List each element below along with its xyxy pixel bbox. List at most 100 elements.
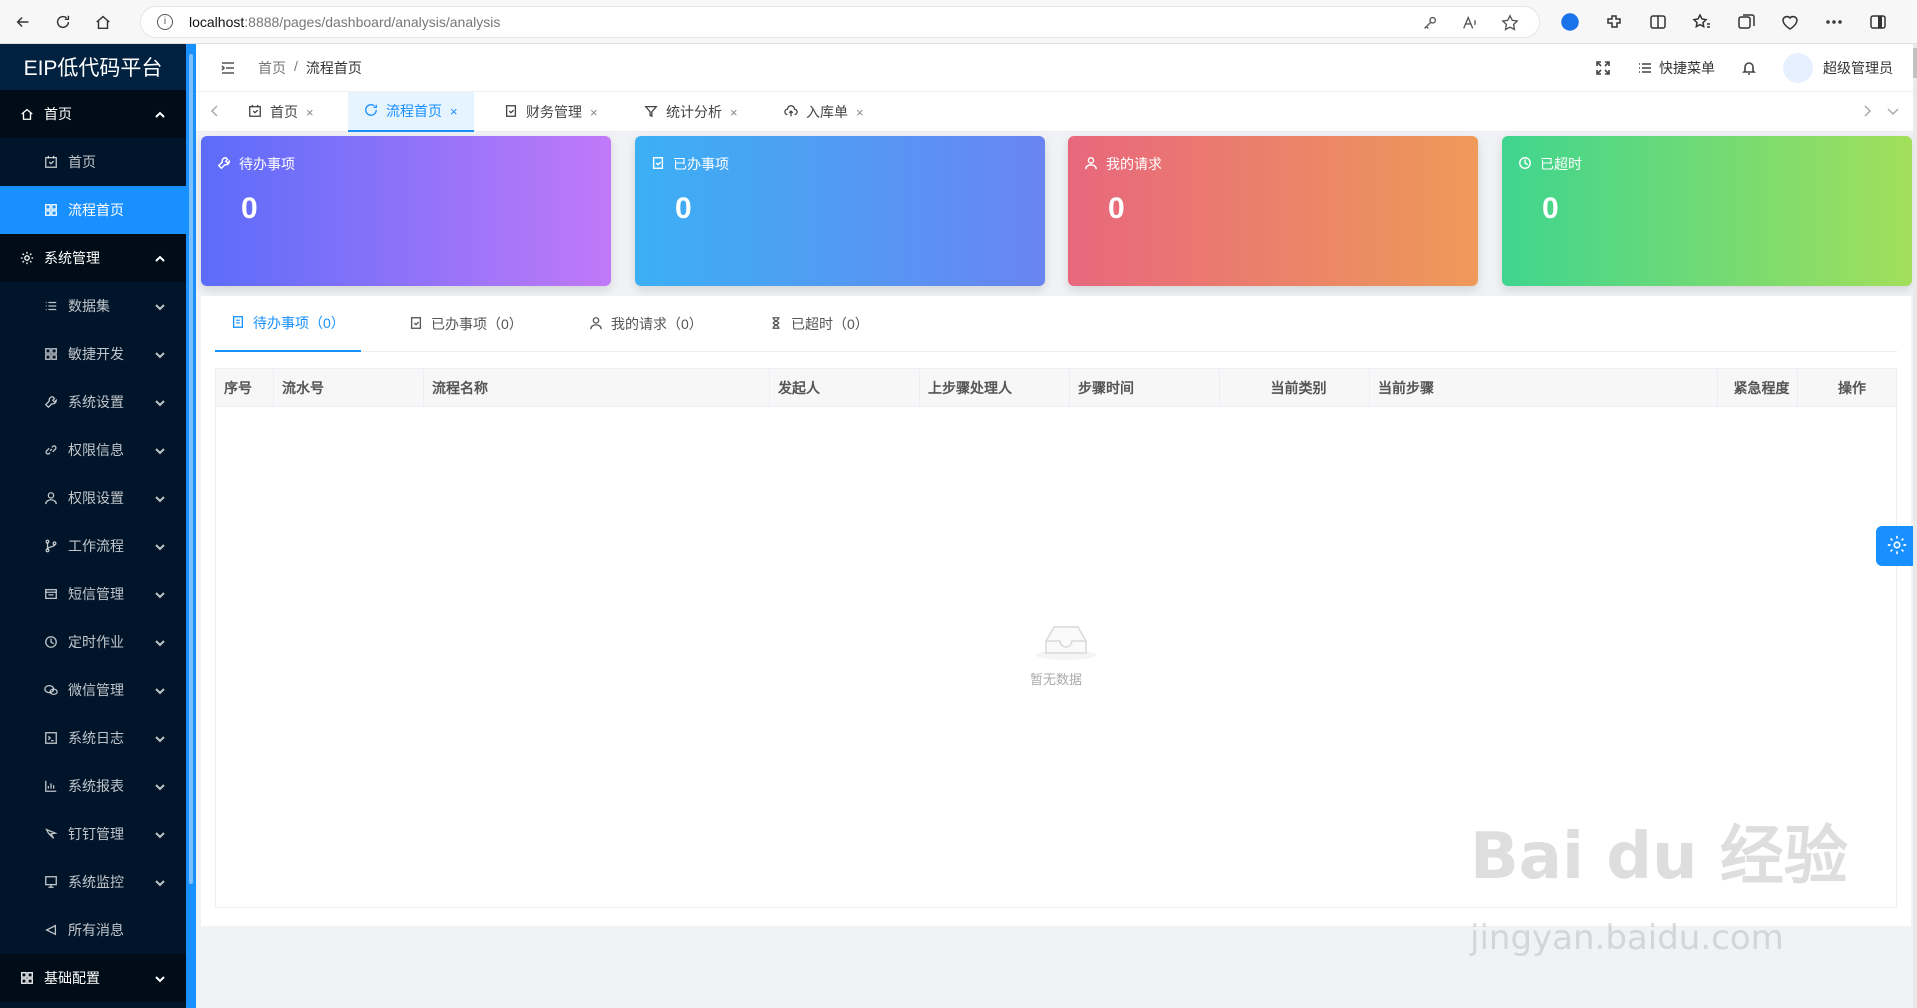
sidebar-item-permission-settings[interactable]: 权限设置 xyxy=(0,474,186,522)
quick-menu-button[interactable]: 快捷菜单 xyxy=(1637,58,1715,78)
close-icon[interactable]: × xyxy=(730,105,738,120)
tab-inbound[interactable]: 入库单 × xyxy=(768,92,880,132)
app-logo[interactable]: EIP低代码平台 xyxy=(0,44,186,90)
favorites-icon[interactable] xyxy=(1692,12,1712,32)
tab-my-requests[interactable]: 我的请求（0） xyxy=(573,296,719,352)
bell-icon[interactable] xyxy=(1741,60,1757,76)
sidebar-item-permission-info[interactable]: 权限信息 xyxy=(0,426,186,474)
sidebar-item-home[interactable]: 首页 xyxy=(0,138,186,186)
column-header[interactable]: 发起人 xyxy=(770,369,920,407)
close-icon[interactable]: × xyxy=(450,104,458,119)
site-info-icon[interactable]: i xyxy=(157,14,173,30)
sidebar-item-system-monitor[interactable]: 系统监控 xyxy=(0,858,186,906)
sidebar-group-home[interactable]: 首页 xyxy=(0,90,186,138)
list-icon xyxy=(1637,60,1653,76)
chevron-down-icon xyxy=(154,876,166,888)
menu-fold-icon[interactable] xyxy=(220,60,236,76)
sidebar-toggle-icon[interactable] xyxy=(1868,12,1888,32)
puzzle-icon[interactable] xyxy=(1604,12,1624,32)
tab-home[interactable]: 首页 × xyxy=(232,92,330,132)
empty-inbox-icon xyxy=(1034,617,1098,661)
tab-overdue[interactable]: 已超时（0） xyxy=(753,296,885,352)
tab-flow-home[interactable]: 流程首页 × xyxy=(348,92,474,132)
document-check-icon xyxy=(651,156,665,173)
sidebar-item-flow-home[interactable]: 流程首页 xyxy=(0,186,186,234)
more-icon[interactable] xyxy=(1824,12,1844,32)
back-button[interactable] xyxy=(6,5,40,39)
chevron-down-icon xyxy=(154,780,166,792)
sidebar-scrollbar[interactable] xyxy=(186,44,196,1008)
home-button[interactable] xyxy=(86,5,120,39)
chevron-down-icon[interactable] xyxy=(1886,104,1900,118)
tab-label: 入库单 xyxy=(806,104,848,120)
column-header[interactable]: 紧急程度 xyxy=(1718,369,1798,407)
calendar-icon xyxy=(44,155,58,169)
chevron-down-icon xyxy=(154,540,166,552)
sidebar-item-system-reports[interactable]: 系统报表 xyxy=(0,762,186,810)
column-header[interactable]: 序号 xyxy=(216,369,274,407)
column-header[interactable]: 上步骤处理人 xyxy=(920,369,1070,407)
close-icon[interactable]: × xyxy=(306,105,314,120)
favorite-star-icon[interactable] xyxy=(1501,14,1519,32)
chevron-down-icon xyxy=(154,636,166,648)
table-header: 序号 流水号 流程名称 发起人 上步骤处理人 步骤时间 当前类别 当前步骤 紧急… xyxy=(216,369,1896,407)
column-header[interactable]: 当前步骤 xyxy=(1370,369,1718,407)
sidebar-item-label: 定时作业 xyxy=(68,634,124,650)
sidebar-item-workflow[interactable]: 工作流程 xyxy=(0,522,186,570)
tab-finance[interactable]: 财务管理 × xyxy=(488,92,614,132)
sidebar-group-system[interactable]: 系统管理 xyxy=(0,234,186,282)
column-header[interactable]: 当前类别 xyxy=(1220,369,1370,407)
sidebar-item-label: 钉钉管理 xyxy=(68,826,124,842)
card-my-requests[interactable]: 我的请求 0 xyxy=(1068,136,1478,286)
sidebar-group-base-config[interactable]: 基础配置 xyxy=(0,954,186,1002)
sidebar-item-all-messages[interactable]: 所有消息 xyxy=(0,906,186,954)
card-value: 0 xyxy=(241,192,258,225)
chevron-left-icon[interactable] xyxy=(208,104,222,118)
card-pending[interactable]: 待办事项 0 xyxy=(201,136,611,286)
sidebar-item-dingtalk[interactable]: 钉钉管理 xyxy=(0,810,186,858)
sidebar-item-wechat[interactable]: 微信管理 xyxy=(0,666,186,714)
tab-label: 首页 xyxy=(270,104,298,120)
sidebar-item-system-settings[interactable]: 系统设置 xyxy=(0,378,186,426)
page-scroll-thumb[interactable] xyxy=(1913,48,1917,78)
sidebar-scroll-thumb[interactable] xyxy=(189,54,193,884)
quick-menu-label: 快捷菜单 xyxy=(1659,60,1715,76)
column-header[interactable]: 流水号 xyxy=(274,369,424,407)
card-done[interactable]: 已办事项 0 xyxy=(635,136,1045,286)
column-header[interactable]: 操作 xyxy=(1798,369,1898,407)
sidebar-group-label: 基础配置 xyxy=(44,970,100,986)
card-overdue[interactable]: 已超时 0 xyxy=(1502,136,1912,286)
top-header: 首页 / 流程首页 快捷菜单 超级管理员 xyxy=(196,44,1913,92)
chevron-right-icon[interactable] xyxy=(1860,104,1874,118)
extension-icon[interactable] xyxy=(1560,12,1580,32)
grid-icon xyxy=(44,203,58,217)
settings-button[interactable] xyxy=(1876,526,1917,566)
close-icon[interactable]: × xyxy=(856,105,864,120)
tab-statistics[interactable]: 统计分析 × xyxy=(628,92,754,132)
user-menu[interactable]: 超级管理员 xyxy=(1783,53,1893,83)
sidebar-item-scheduled-jobs[interactable]: 定时作业 xyxy=(0,618,186,666)
page-scrollbar[interactable] xyxy=(1913,44,1917,1008)
read-aloud-icon[interactable] xyxy=(1461,14,1479,32)
sidebar-item-sms[interactable]: 短信管理 xyxy=(0,570,186,618)
collections-icon[interactable] xyxy=(1736,12,1756,32)
tab-pending[interactable]: 待办事项（0） xyxy=(215,296,361,352)
close-icon[interactable]: × xyxy=(590,105,598,120)
sidebar-item-agile-dev[interactable]: 敏捷开发 xyxy=(0,330,186,378)
refresh-button[interactable] xyxy=(46,5,80,39)
column-header[interactable]: 步骤时间 xyxy=(1070,369,1220,407)
sidebar-item-system-logs[interactable]: 系统日志 xyxy=(0,714,186,762)
sidebar-item-label: 短信管理 xyxy=(68,586,124,602)
message-icon xyxy=(44,923,58,937)
split-screen-icon[interactable] xyxy=(1648,12,1668,32)
tab-done[interactable]: 已办事项（0） xyxy=(393,296,539,352)
health-icon[interactable] xyxy=(1780,12,1800,32)
fullscreen-icon[interactable] xyxy=(1595,60,1611,76)
sidebar-item-dataset[interactable]: 数据集 xyxy=(0,282,186,330)
column-header[interactable]: 流程名称 xyxy=(424,369,770,407)
key-icon[interactable] xyxy=(1421,14,1439,32)
loading-icon xyxy=(364,103,378,120)
address-bar[interactable]: i localhost:8888/pages/dashboard/analysi… xyxy=(140,6,1540,38)
breadcrumb-home[interactable]: 首页 xyxy=(258,58,286,78)
user-name: 超级管理员 xyxy=(1823,60,1893,76)
